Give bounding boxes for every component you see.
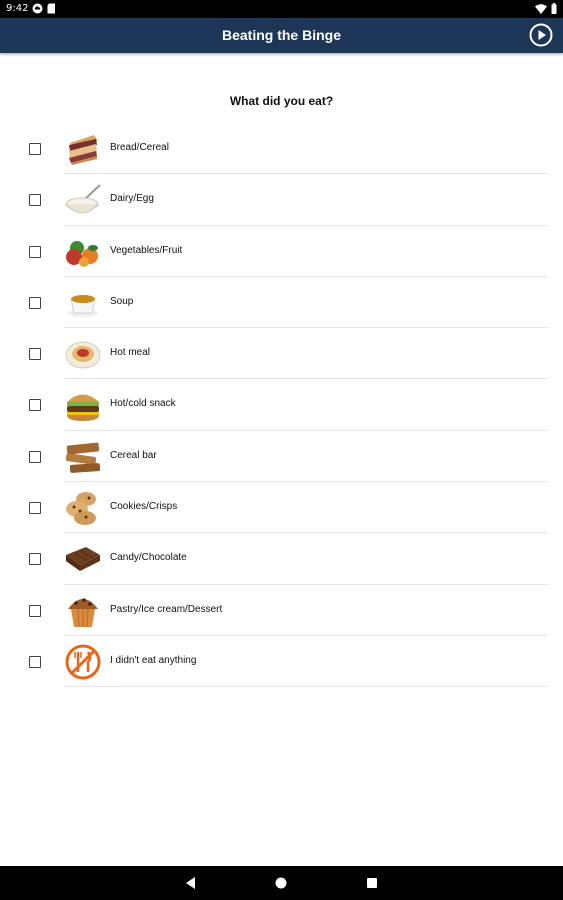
checkbox[interactable] [29, 655, 41, 668]
sd-card-icon [47, 3, 55, 14]
list-item-hot-meal[interactable]: Hot meal [0, 328, 563, 380]
system-nav-bar [0, 866, 563, 900]
list-item-dairy-egg[interactable]: Dairy/Egg [0, 174, 563, 226]
checkbox[interactable] [29, 348, 41, 361]
list-item-soup[interactable]: Soup [0, 277, 563, 329]
no-eating-icon [65, 644, 101, 680]
home-icon[interactable] [273, 875, 289, 891]
checkbox[interactable] [29, 296, 41, 309]
wifi-icon [535, 3, 547, 14]
checkbox[interactable] [29, 143, 41, 155]
battery-icon [551, 3, 557, 14]
list-item-hot-cold-snack[interactable]: Hot/cold snack [0, 379, 563, 431]
item-label: Dairy/Egg [110, 193, 154, 205]
yogurt-bowl-icon [65, 184, 101, 214]
item-label: Pastry/Ice cream/Dessert [110, 603, 223, 615]
soup-cup-icon [68, 294, 98, 317]
fruit-vegetables-icon [66, 240, 98, 267]
back-icon[interactable] [183, 875, 199, 891]
checkbox[interactable] [29, 604, 41, 617]
item-label: Hot/cold snack [110, 398, 176, 410]
checkbox[interactable] [29, 502, 41, 515]
chocolate-icon [66, 547, 100, 572]
pasta-plate-icon [65, 341, 101, 369]
item-label: Hot meal [110, 347, 151, 359]
list-item-bread-cereal[interactable]: Bread/Cereal [0, 123, 563, 175]
list-item-pastry-dessert[interactable]: Pastry/Ice cream/Dessert [0, 585, 563, 636]
checkbox[interactable] [29, 194, 41, 207]
list-item-vegetables-fruit[interactable]: Vegetables/Fruit [0, 226, 563, 277]
app-title: Beating the Binge [221, 27, 341, 43]
checkbox[interactable] [29, 553, 41, 566]
item-label: Bread/Cereal [110, 142, 169, 153]
checkbox[interactable] [29, 399, 41, 412]
cereal-bar-icon [65, 442, 101, 473]
cloud-icon [32, 3, 43, 14]
item-label: Candy/Chocolate [110, 552, 187, 564]
play-circle-icon[interactable] [529, 23, 553, 47]
item-label: Cookies/Crisps [110, 501, 178, 513]
app-bar: Beating the Binge [0, 18, 563, 53]
burger-icon [67, 394, 99, 422]
item-label: I didn't eat anything [110, 654, 197, 666]
checkbox[interactable] [29, 450, 41, 463]
item-label: Soup [110, 295, 134, 307]
cookies-icon [66, 492, 96, 526]
checkbox[interactable] [29, 245, 41, 258]
list-item-cookies-crisps[interactable]: Cookies/Crisps [0, 482, 563, 534]
item-label: Cereal bar [110, 449, 157, 461]
divider [64, 686, 548, 688]
food-list: Bread/Cereal Dairy/Egg Vegetables/Fruit [0, 123, 563, 688]
recents-icon[interactable] [364, 875, 380, 891]
item-label: Vegetables/Fruit [110, 244, 183, 256]
status-time: 9:42 [6, 3, 29, 14]
list-item-candy-chocolate[interactable]: Candy/Chocolate [0, 533, 563, 585]
question-heading: What did you eat? [229, 94, 334, 108]
sandwich-icon [69, 135, 98, 165]
list-item-cereal-bar[interactable]: Cereal bar [0, 431, 563, 483]
list-item-nothing[interactable]: I didn't eat anything [0, 636, 563, 688]
status-bar: 9:42 [0, 0, 563, 18]
muffin-icon [68, 598, 98, 627]
